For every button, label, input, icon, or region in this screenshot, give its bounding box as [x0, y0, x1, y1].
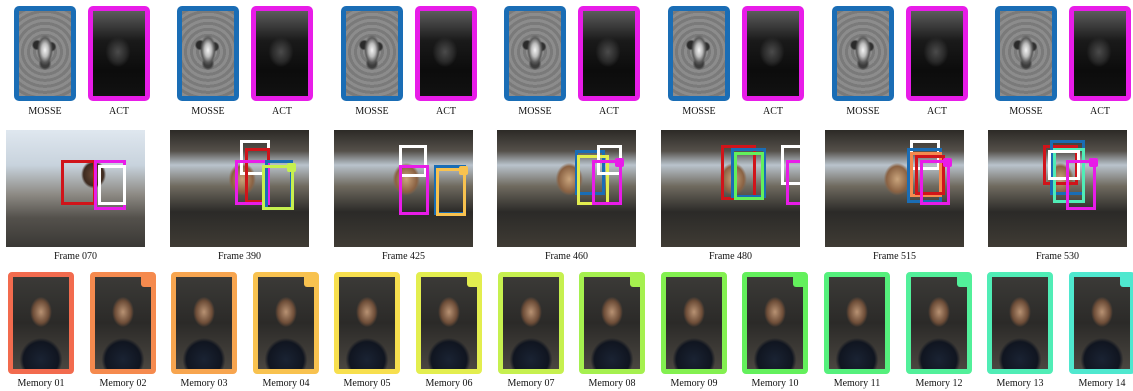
memory-image	[579, 272, 645, 374]
act-caption: ACT	[599, 106, 619, 117]
act-caption: ACT	[109, 106, 129, 117]
act-caption: ACT	[436, 106, 456, 117]
memory-image	[171, 272, 237, 374]
memory-caption: Memory 13	[996, 378, 1044, 389]
act-template-image	[415, 6, 477, 101]
act-template-image	[578, 6, 640, 101]
memory-corner-marker	[957, 277, 967, 287]
frame-image	[825, 130, 964, 247]
memory-image	[416, 272, 482, 374]
memory-image	[90, 272, 156, 374]
memory-marker	[1089, 158, 1098, 167]
bounding-box	[786, 160, 800, 205]
bounding-box	[98, 165, 126, 205]
act-template-image	[88, 6, 150, 101]
memory-image	[742, 272, 808, 374]
act-template-image	[742, 6, 804, 101]
memory-caption: Memory 09	[670, 378, 718, 389]
mosse-caption: MOSSE	[846, 106, 880, 117]
frame-caption: Frame 070	[53, 251, 98, 262]
act-caption: ACT	[272, 106, 292, 117]
mosse-caption: MOSSE	[682, 106, 716, 117]
memory-caption: Memory 05	[343, 378, 391, 389]
mosse-filter-image	[995, 6, 1057, 101]
bounding-box	[1066, 160, 1096, 210]
memory-caption: Memory 14	[1078, 378, 1126, 389]
memory-image	[253, 272, 319, 374]
memory-image	[906, 272, 972, 374]
memory-caption: Memory 03	[180, 378, 228, 389]
memory-marker	[943, 158, 952, 167]
memory-corner-marker	[793, 277, 803, 287]
memory-caption: Memory 01	[17, 378, 65, 389]
frame-image	[988, 130, 1127, 247]
mosse-filter-image	[832, 6, 894, 101]
mosse-caption: MOSSE	[28, 106, 62, 117]
frame-image	[334, 130, 473, 247]
frame-image	[6, 130, 145, 247]
memory-caption: Memory 12	[915, 378, 963, 389]
bounding-box	[436, 168, 466, 216]
mosse-filter-image	[341, 6, 403, 101]
mosse-caption: MOSSE	[191, 106, 225, 117]
memory-image	[987, 272, 1053, 374]
memory-caption: Memory 02	[99, 378, 147, 389]
memory-image	[8, 272, 74, 374]
memory-corner-marker	[304, 277, 314, 287]
memory-corner-marker	[467, 277, 477, 287]
mosse-filter-image	[177, 6, 239, 101]
act-caption: ACT	[1090, 106, 1110, 117]
memory-image	[661, 272, 727, 374]
memory-marker	[459, 166, 468, 175]
memory-caption: Memory 11	[833, 378, 881, 389]
frame-caption: Frame 390	[217, 251, 262, 262]
memory-corner-marker	[141, 277, 151, 287]
memory-caption: Memory 06	[425, 378, 473, 389]
memory-marker	[287, 163, 296, 172]
memory-corner-marker	[630, 277, 640, 287]
frame-caption: Frame 530	[1035, 251, 1080, 262]
mosse-caption: MOSSE	[355, 106, 389, 117]
bounding-box	[61, 160, 96, 205]
act-template-image	[1069, 6, 1131, 101]
frame-caption: Frame 480	[708, 251, 753, 262]
act-caption: ACT	[763, 106, 783, 117]
act-template-image	[251, 6, 313, 101]
mosse-caption: MOSSE	[1009, 106, 1043, 117]
bounding-box	[399, 165, 429, 215]
mosse-filter-image	[14, 6, 76, 101]
bounding-box	[734, 152, 764, 200]
memory-image	[1069, 272, 1133, 374]
memory-caption: Memory 08	[588, 378, 636, 389]
frame-image	[497, 130, 636, 247]
memory-image	[824, 272, 890, 374]
memory-image	[334, 272, 400, 374]
memory-caption: Memory 10	[751, 378, 799, 389]
frame-caption: Frame 460	[544, 251, 589, 262]
mosse-caption: MOSSE	[518, 106, 552, 117]
memory-caption: Memory 07	[507, 378, 555, 389]
memory-caption: Memory 04	[262, 378, 310, 389]
frame-image	[661, 130, 800, 247]
frame-image	[170, 130, 309, 247]
act-caption: ACT	[927, 106, 947, 117]
act-template-image	[906, 6, 968, 101]
mosse-filter-image	[668, 6, 730, 101]
frame-caption: Frame 425	[381, 251, 426, 262]
memory-marker	[615, 158, 624, 167]
frame-caption: Frame 515	[872, 251, 917, 262]
memory-corner-marker	[1120, 277, 1130, 287]
memory-image	[498, 272, 564, 374]
mosse-filter-image	[504, 6, 566, 101]
